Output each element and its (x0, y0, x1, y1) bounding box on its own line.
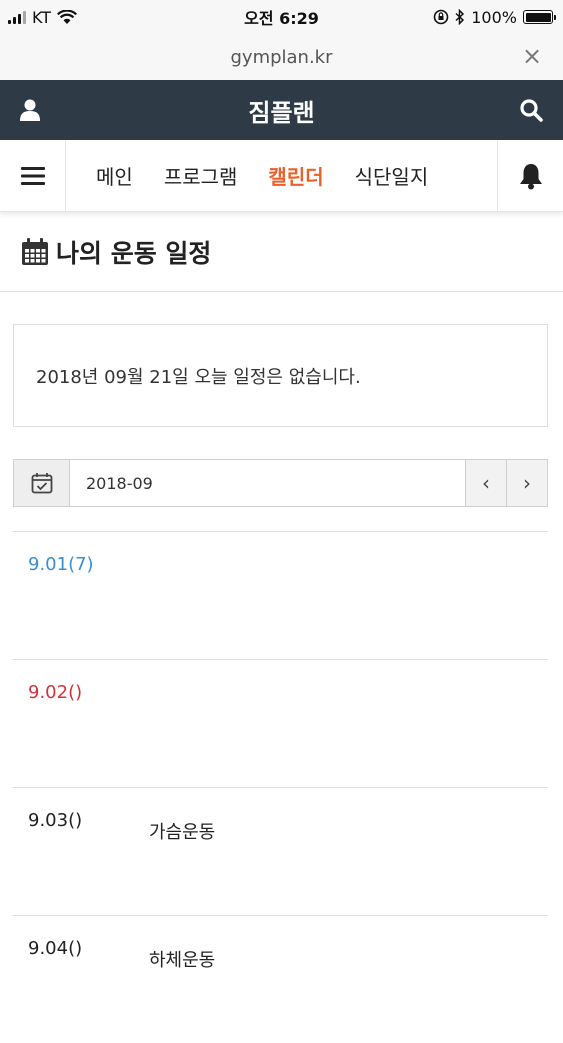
bluetooth-icon (455, 9, 465, 25)
bell-icon[interactable] (497, 139, 563, 212)
calendar-icon (22, 237, 48, 265)
search-icon[interactable] (515, 94, 547, 126)
day-plan[interactable]: 가슴운동 (149, 818, 215, 844)
battery-percent: 100% (471, 7, 517, 27)
nav-item-program[interactable]: 프로그램 (164, 161, 238, 190)
list-item[interactable]: 9.01(7) (13, 531, 548, 659)
app-header: 짐플랜 (0, 80, 563, 140)
nav-items: 메인 프로그램 캘린더 식단일지 (66, 161, 497, 190)
main-nav: 메인 프로그램 캘린더 식단일지 (0, 139, 563, 212)
wifi-icon (57, 9, 78, 24)
month-input[interactable] (70, 460, 465, 506)
day-date: 9.02() (28, 682, 83, 703)
status-left: KT (8, 7, 78, 27)
day-date: 9.03() (28, 810, 83, 831)
next-month-button[interactable]: › (506, 460, 547, 506)
battery-icon (523, 10, 556, 24)
day-plan[interactable]: 하체운동 (149, 946, 215, 972)
url-text[interactable]: gymplan.kr (230, 47, 332, 68)
list-item[interactable]: 9.04() 하체운동 (13, 915, 548, 1043)
list-item[interactable]: 9.03() 가슴운동 (13, 787, 548, 915)
user-icon[interactable] (14, 94, 46, 126)
prev-month-button[interactable]: ‹ (465, 460, 506, 506)
app-title: 짐플랜 (248, 98, 315, 127)
hamburger-menu-icon[interactable] (0, 139, 66, 212)
day-date: 9.04() (28, 938, 83, 959)
today-message: 2018년 09월 21일 오늘 일정은 없습니다. (36, 366, 361, 388)
status-right: 100% (433, 7, 556, 27)
chevron-right-icon: › (523, 471, 531, 495)
status-bar: KT 오전 6:29 100% (0, 0, 563, 34)
nav-item-main[interactable]: 메인 (96, 161, 133, 190)
nav-item-diet-log[interactable]: 식단일지 (355, 161, 429, 190)
calendar-check-icon[interactable] (14, 460, 70, 506)
page-title: 나의 운동 일정 (56, 238, 212, 268)
signal-icon (8, 10, 26, 24)
list-item[interactable]: 9.02() (13, 659, 548, 787)
orientation-lock-icon (433, 9, 449, 25)
nav-item-calendar[interactable]: 캘린더 (268, 161, 323, 190)
page-title-bar: 나의 운동 일정 (0, 212, 563, 292)
day-date: 9.01(7) (28, 554, 94, 575)
chevron-left-icon: ‹ (482, 471, 490, 495)
close-icon[interactable]: × (519, 44, 545, 70)
url-bar: gymplan.kr × (0, 34, 563, 80)
carrier-label: KT (32, 7, 52, 27)
today-schedule-box: 2018년 09월 21일 오늘 일정은 없습니다. (13, 324, 548, 427)
month-selector: ‹ › (13, 459, 548, 507)
day-list: 9.01(7) 9.02() 9.03() 가슴운동 9.04() 하체운동 (13, 531, 548, 1043)
